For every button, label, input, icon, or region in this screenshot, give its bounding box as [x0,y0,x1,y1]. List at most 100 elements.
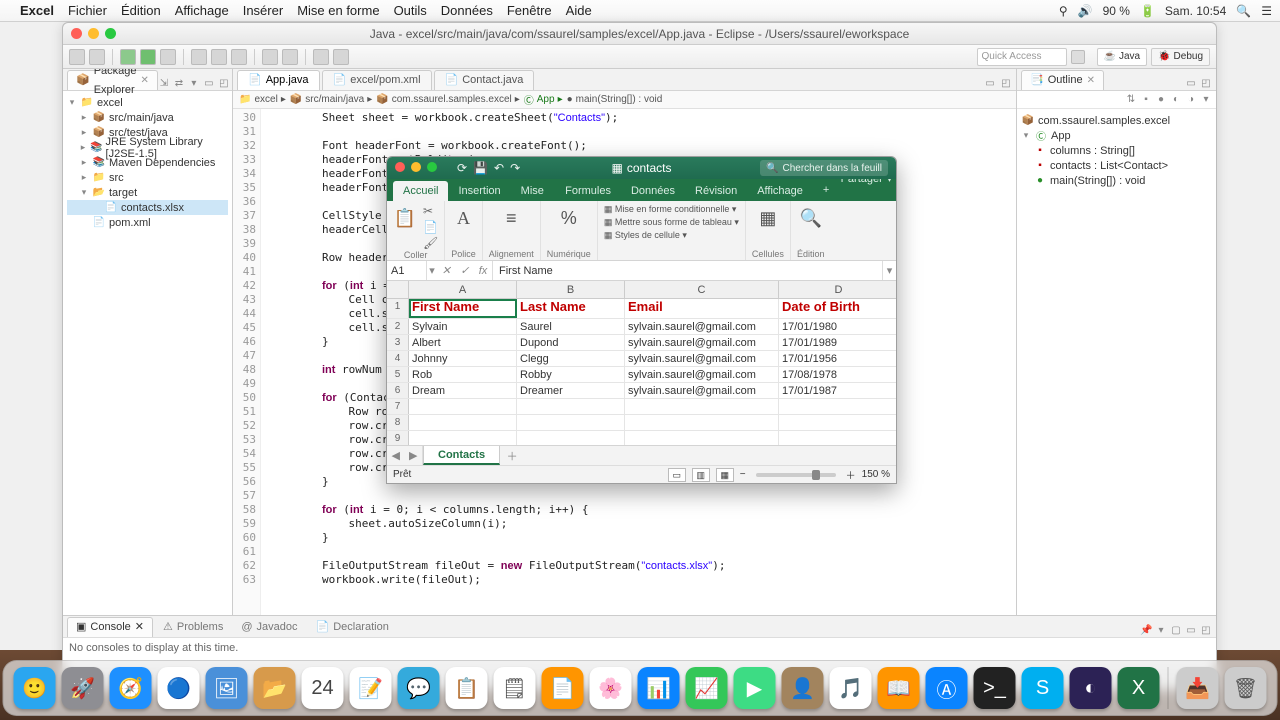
filter-local-icon[interactable]: ◑ [1185,94,1197,106]
paste-icon[interactable]: 📋 [393,204,417,232]
spreadsheet-grid[interactable]: ABCD1First NameLast NameEmailDate of Bir… [387,281,896,445]
col-header[interactable]: A [409,281,517,298]
excel-search-input[interactable]: 🔍 Chercher dans la feuill [760,160,888,176]
row-header[interactable]: 6 [387,383,409,398]
menu-tools[interactable]: Outils [394,3,427,18]
find-icon[interactable]: 🔍 [799,204,823,232]
cancel-formula-icon[interactable]: ✕ [442,264,451,277]
javadoc-tab[interactable]: @ Javadoc [233,617,305,637]
align-icon[interactable]: ≡ [499,204,523,232]
cell[interactable]: sylvain.saurel@gmail.com [625,367,779,382]
undo-icon[interactable]: ↶ [494,161,504,175]
zoom-out-button[interactable]: − [740,469,746,480]
menu-view[interactable]: Affichage [175,3,229,18]
cell-styles-button[interactable]: ▦ Styles de cellule ▾ [604,230,687,241]
maximize-view-icon[interactable]: ◰ [1200,78,1212,90]
open-perspective-icon[interactable] [1071,50,1085,64]
cell[interactable]: Rob [409,367,517,382]
minimize-view-icon[interactable]: ▭ [1185,78,1197,90]
collapse-all-icon[interactable]: ⇲ [158,78,170,90]
sheet-next-icon[interactable]: ▶ [409,449,417,462]
menu-insert[interactable]: Insérer [243,3,283,18]
cell[interactable]: sylvain.saurel@gmail.com [625,351,779,366]
row-header[interactable]: 4 [387,351,409,366]
tree-item[interactable]: src/main/java [109,112,174,124]
close-window-button[interactable] [71,28,82,39]
row-header[interactable]: 2 [387,319,409,334]
perspective-java[interactable]: ☕ Java [1097,48,1148,66]
cell[interactable] [409,399,517,414]
tree-item[interactable]: target [109,187,137,199]
ribbon-tab-formulas[interactable]: Formules [555,181,621,201]
ribbon-tab-view[interactable]: Affichage [747,181,813,201]
dock-folder-icon[interactable]: 📂 [254,667,296,709]
save-icon[interactable] [89,49,105,65]
minimize-window-button[interactable] [88,28,99,39]
cell[interactable]: Clegg [517,351,625,366]
format-painter-icon[interactable]: 🖌 [423,236,438,250]
redo-icon[interactable]: ↷ [510,161,520,175]
tree-item[interactable]: src [109,172,124,184]
cell[interactable]: Albert [409,335,517,350]
search-icon[interactable] [262,49,278,65]
new-class-icon[interactable] [211,49,227,65]
console-tab[interactable]: ▣ Console ✕ [67,617,153,637]
dock-photos-icon[interactable]: 🌸 [590,667,632,709]
maximize-view-icon[interactable]: ◰ [1200,625,1212,637]
cell[interactable]: 17/01/1980 [779,319,896,334]
cell[interactable] [409,415,517,430]
ribbon-tab-layout[interactable]: Mise en page [511,181,555,201]
filter-public-icon[interactable]: ◐ [1170,94,1182,106]
new-icon[interactable] [69,49,85,65]
ribbon-tab-data[interactable]: Données [621,181,685,201]
dock-keynote-icon[interactable]: 📊 [638,667,680,709]
minimize-editor-icon[interactable]: ▭ [984,78,996,90]
row-header[interactable]: 1 [387,299,409,318]
dock-androidstudio-icon[interactable]: ▶ [734,667,776,709]
cell[interactable] [625,431,779,445]
toggle-icon[interactable] [282,49,298,65]
perspective-debug[interactable]: 🐞 Debug [1151,48,1210,66]
cell[interactable]: 17/01/1987 [779,383,896,398]
cell[interactable]: Saurel [517,319,625,334]
cell[interactable] [779,415,896,430]
zoom-window-button[interactable] [427,162,437,172]
dock-skype-icon[interactable]: S [1022,667,1064,709]
autosave-icon[interactable]: ⟳ [457,161,467,175]
open-type-icon[interactable] [231,49,247,65]
name-box[interactable]: A1 [387,261,427,280]
editor-tab-app[interactable]: 📄 App.java [237,70,320,90]
view-normal-icon[interactable]: ▭ [668,468,686,482]
close-window-button[interactable] [395,162,405,172]
filter-static-icon[interactable]: ● [1155,94,1167,106]
sort-icon[interactable]: ⇅ [1125,94,1137,106]
dock-safari-icon[interactable]: 🧭 [110,667,152,709]
cell[interactable]: Sylvain [409,319,517,334]
zoom-slider[interactable] [756,473,836,477]
zoom-window-button[interactable] [105,28,116,39]
dock-downloads-icon[interactable]: 📥 [1177,667,1219,709]
col-header[interactable]: B [517,281,625,298]
link-editor-icon[interactable]: ⇄ [173,78,185,90]
cell[interactable] [517,415,625,430]
minimize-window-button[interactable] [411,162,421,172]
close-icon[interactable]: ✕ [135,618,144,637]
project-tree[interactable]: ▾📁excel ▸📦src/main/java ▸📦src/test/java … [63,91,232,615]
cell[interactable] [517,399,625,414]
spotlight-icon[interactable]: 🔍 [1236,4,1251,18]
open-console-icon[interactable]: ▢ [1170,625,1182,637]
cell[interactable] [409,431,517,445]
project-root[interactable]: excel [97,97,123,109]
forward-icon[interactable] [333,49,349,65]
dock-stickies-icon[interactable]: 🗒 [494,667,536,709]
display-console-icon[interactable]: ▾ [1155,625,1167,637]
cell[interactable]: Date of Birth [779,299,896,318]
cell[interactable]: sylvain.saurel@gmail.com [625,335,779,350]
dock-excel-icon[interactable]: X [1118,667,1160,709]
tree-item[interactable]: pom.xml [109,217,151,229]
save-icon[interactable]: 💾 [473,161,488,175]
tree-item[interactable]: Maven Dependencies [109,157,215,169]
cell[interactable] [779,399,896,414]
cell[interactable]: Last Name [517,299,625,318]
view-menu-icon[interactable]: ▾ [1200,94,1212,106]
